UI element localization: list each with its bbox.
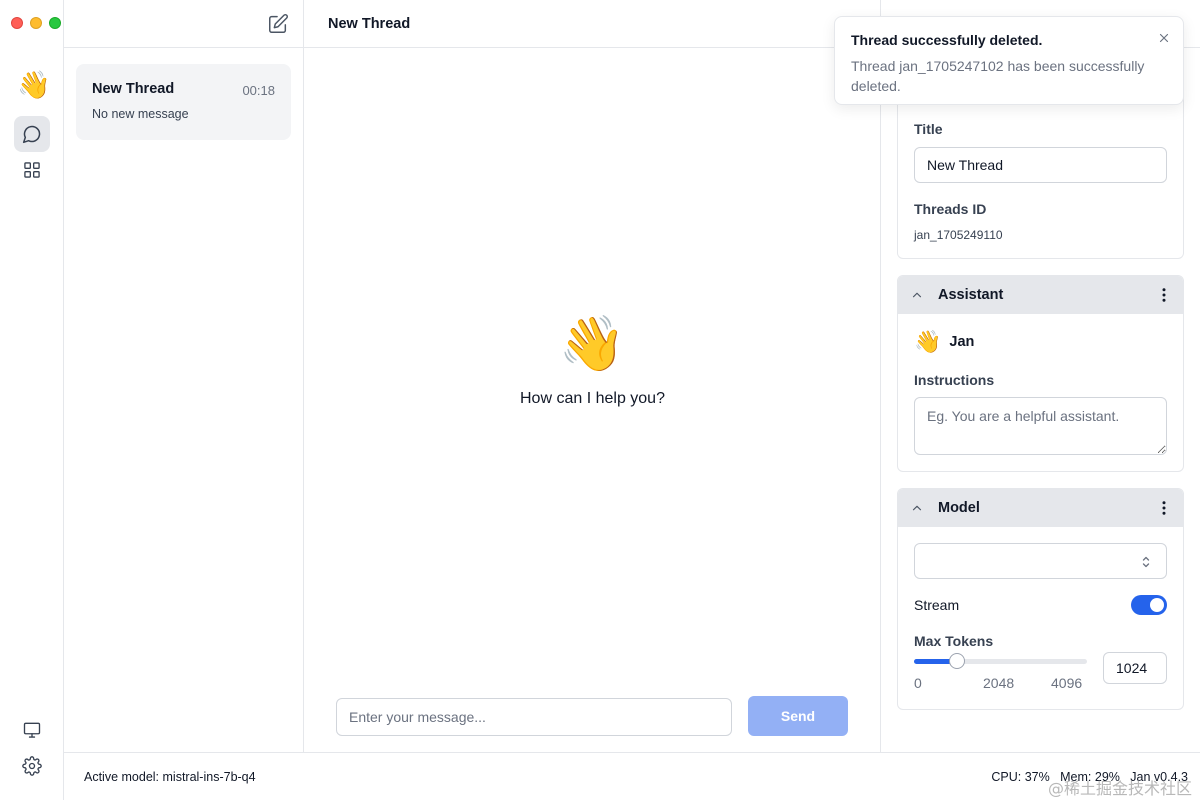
nav-settings-button[interactable]: [14, 748, 50, 784]
app-logo: 👋: [17, 70, 51, 100]
thread-list-panel: New Thread 00:18 No new message: [64, 0, 304, 752]
message-composer: Send: [336, 696, 848, 736]
chevron-up-icon: [912, 505, 922, 511]
title-label: Title: [914, 121, 943, 137]
chevron-up-icon: [912, 292, 922, 298]
monitor-icon: [23, 722, 41, 738]
assistant-name: Jan: [949, 334, 975, 350]
grid-icon: [24, 162, 40, 178]
active-model-status: Active model: mistral-ins-7b-q4: [84, 770, 256, 784]
toast-notification: Thread successfully deleted. Thread jan_…: [834, 16, 1184, 105]
thread-list-item[interactable]: New Thread 00:18 No new message: [76, 64, 291, 140]
welcome-text: How can I help you?: [520, 390, 665, 407]
chevron-up-down-icon: [1142, 556, 1150, 568]
max-tokens-max: 4096: [1051, 675, 1083, 691]
minimize-window-button[interactable]: [30, 17, 42, 29]
toast-message: Thread jan_1705247102 has been successfu…: [851, 58, 1145, 94]
max-tokens-slider-thumb[interactable]: [949, 653, 965, 669]
welcome-screen: 👋 How can I help you?: [304, 312, 881, 408]
close-icon[interactable]: [1157, 31, 1171, 45]
instructions-textarea[interactable]: [914, 397, 1167, 455]
more-vertical-icon[interactable]: [1155, 499, 1173, 517]
waving-hand-icon: 👋: [558, 314, 627, 374]
assistant-section-title: Assistant: [938, 287, 1004, 303]
thread-item-time: 00:18: [242, 83, 275, 98]
assistant-avatar: 👋: [914, 329, 942, 354]
watermark: @稀土掘金技术社区: [1047, 779, 1192, 798]
message-input[interactable]: [336, 698, 732, 736]
nav-system-monitor-button[interactable]: [14, 712, 50, 748]
assistant-card: Assistant 👋 Jan Instructions: [897, 275, 1184, 472]
thread-item-preview: No new message: [92, 107, 189, 121]
max-tokens-input[interactable]: [1103, 652, 1167, 684]
gear-icon: [22, 756, 42, 776]
settings-panel: Title Threads ID jan_1705249110 Assistan…: [881, 0, 1200, 752]
window-controls: [11, 17, 61, 29]
model-select[interactable]: [914, 543, 1167, 579]
chat-panel: New Thread 👋 How can I help you? Send: [304, 0, 881, 752]
toast-title: Thread successfully deleted.: [851, 32, 1043, 48]
status-bar: Active model: mistral-ins-7b-q4 CPU: 37%…: [64, 752, 1200, 800]
zoom-window-button[interactable]: [49, 17, 61, 29]
compose-icon[interactable]: [267, 13, 289, 35]
assistant-section-header[interactable]: Assistant: [898, 276, 1183, 314]
model-section-title: Model: [938, 500, 980, 516]
threads-id-value: jan_1705249110: [914, 228, 1003, 242]
stream-label: Stream: [914, 597, 960, 613]
max-tokens-slider[interactable]: [914, 653, 1087, 669]
app-window: 👋 New Thread 00:18 No new message New Th…: [0, 0, 1200, 800]
max-tokens-mid: 2048: [983, 675, 1015, 691]
chat-header: New Thread: [304, 0, 880, 48]
max-tokens-min: 0: [914, 675, 922, 691]
left-rail: 👋: [0, 0, 64, 800]
model-card: Model Stream Max Tokens 0 2048 4096: [897, 488, 1184, 710]
send-button[interactable]: Send: [748, 696, 848, 736]
nav-hub-button[interactable]: [14, 152, 50, 188]
stream-toggle[interactable]: [1131, 595, 1167, 615]
instructions-label: Instructions: [914, 372, 995, 388]
chat-title: New Thread: [328, 16, 411, 32]
model-section-header[interactable]: Model: [898, 489, 1183, 527]
close-window-button[interactable]: [11, 17, 23, 29]
chat-icon: [22, 125, 41, 144]
threads-id-label: Threads ID: [914, 201, 987, 217]
max-tokens-label: Max Tokens: [914, 633, 994, 649]
thread-list-header: [64, 0, 303, 48]
nav-chat-button[interactable]: [14, 116, 50, 152]
title-input[interactable]: [914, 147, 1167, 183]
more-vertical-icon[interactable]: [1155, 286, 1173, 304]
assistant-identity: 👋 Jan: [914, 330, 974, 354]
thread-info-card: Title Threads ID jan_1705249110: [897, 92, 1184, 259]
